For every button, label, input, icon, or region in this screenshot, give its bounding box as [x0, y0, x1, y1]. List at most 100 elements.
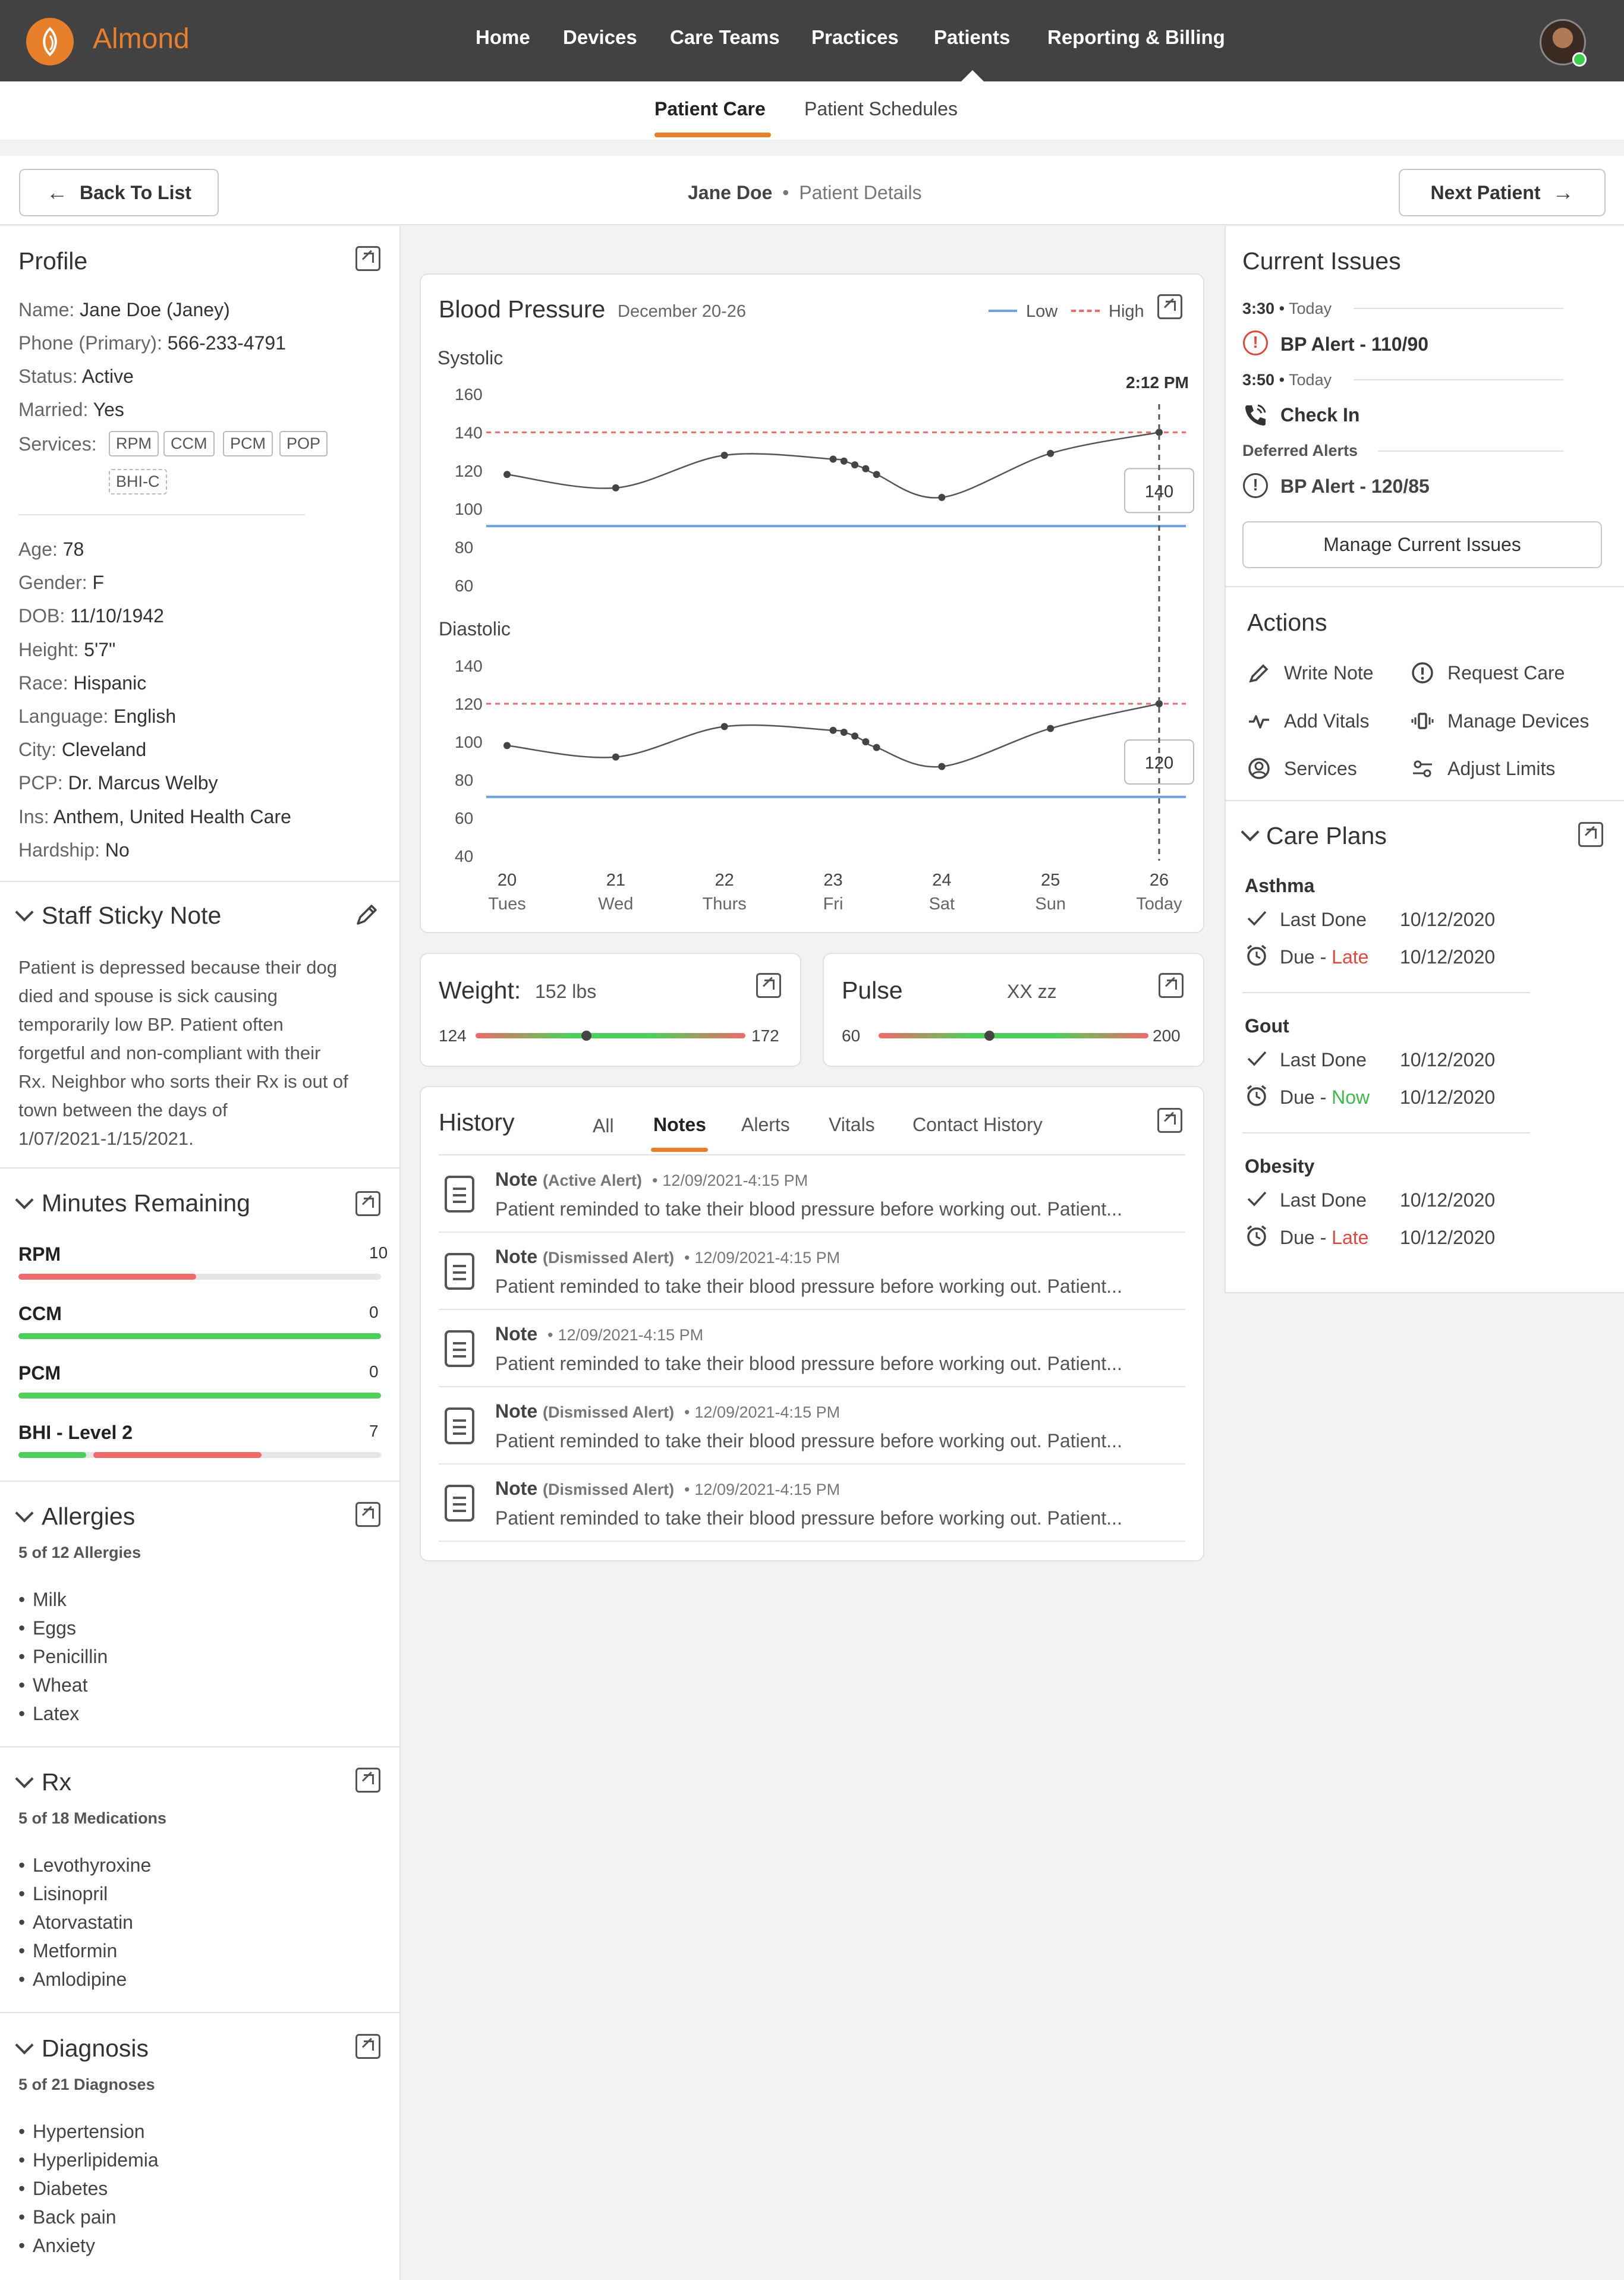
alarm-clock-icon	[1245, 1084, 1269, 1107]
check-in-issue[interactable]: Check In	[1280, 404, 1359, 426]
pulse-range-bar	[879, 1033, 1148, 1038]
history-item[interactable]: Note (Active Alert) • 12/09/2021-4:15 PM P…	[439, 1155, 1185, 1233]
bp-alert-issue[interactable]: BP Alert - 110/90	[1280, 333, 1428, 355]
history-item-type: Note	[495, 1323, 538, 1344]
action-services[interactable]: Services	[1247, 757, 1357, 780]
expand-history-icon[interactable]	[1157, 1108, 1182, 1133]
current-issues-title: Current Issues	[1242, 247, 1401, 275]
care-plans-title: Care Plans	[1266, 822, 1387, 849]
history-item-type: Note	[495, 1169, 538, 1190]
data-point	[938, 493, 946, 501]
history-item[interactable]: Note (Dismissed Alert) • 12/09/2021-4:15 …	[439, 1465, 1185, 1542]
due-label: Due - Late	[1280, 1227, 1368, 1249]
history-item-bullet: •	[684, 1403, 690, 1421]
action-manage-devices[interactable]: Manage Devices	[1411, 709, 1589, 733]
history-item-type: Note	[495, 1400, 538, 1422]
section-divider	[1226, 586, 1624, 587]
data-point	[503, 471, 511, 478]
due-status: Now	[1332, 1087, 1370, 1108]
systolic-series-line	[506, 432, 1160, 499]
expand-pulse-icon[interactable]	[1159, 973, 1184, 998]
pulse-card	[823, 953, 1204, 1067]
care-plan-divider	[1242, 992, 1530, 993]
history-item-text: Patient reminded to take their blood pre…	[495, 1353, 1122, 1374]
deferred-alert-issue[interactable]: BP Alert - 120/85	[1280, 475, 1430, 497]
history-item[interactable]: Note (Dismissed Alert) • 12/09/2021-4:15 …	[439, 1387, 1185, 1465]
history-tab-contact[interactable]: Contact History	[912, 1114, 1043, 1136]
expand-weight-icon[interactable]	[756, 973, 781, 998]
history-item-header: Note (Active Alert) • 12/09/2021-4:15 PM	[495, 1169, 808, 1191]
action-write-note[interactable]: Write Note	[1247, 661, 1374, 685]
expand-care-plans-icon[interactable]	[1578, 822, 1603, 847]
due-status: Late	[1332, 946, 1369, 968]
device-icon	[1411, 709, 1434, 733]
issue-divider	[1354, 379, 1564, 380]
document-icon	[445, 1407, 474, 1444]
care-plan-divider	[1242, 1132, 1530, 1133]
history-item-text: Patient reminded to take their blood pre…	[495, 1430, 1122, 1451]
history-item-text: Patient reminded to take their blood pre…	[495, 1198, 1122, 1220]
x-tick-label: Fri	[823, 895, 844, 914]
history-item-bullet: •	[652, 1172, 658, 1189]
history-item-bullet: •	[547, 1326, 553, 1344]
y-tick-label: 120	[455, 462, 483, 480]
action-adjust-limits[interactable]: Adjust Limits	[1411, 757, 1555, 780]
action-request-care[interactable]: Request Care	[1411, 661, 1565, 685]
history-item-type: Note	[495, 1478, 538, 1499]
history-item-header: Note (Dismissed Alert) • 12/09/2021-4:15 …	[495, 1400, 840, 1422]
data-point	[938, 763, 946, 770]
pulse-title: Pulse	[842, 977, 903, 1004]
action-label: Add Vitals	[1284, 710, 1370, 732]
history-item[interactable]: Note • 12/09/2021-4:15 PM Patient reminded…	[439, 1310, 1185, 1387]
check-icon	[1245, 906, 1269, 930]
actions-title: Actions	[1247, 609, 1327, 636]
action-label: Request Care	[1447, 662, 1565, 684]
section-divider	[1226, 1292, 1624, 1293]
care-plan-name: Obesity	[1245, 1155, 1315, 1177]
y-tick-label: 60	[455, 577, 473, 595]
data-point	[612, 753, 619, 761]
manage-current-issues-button[interactable]: Manage Current Issues	[1242, 521, 1602, 568]
action-label: Write Note	[1284, 662, 1374, 684]
last-done-date: 10/12/2020	[1400, 1049, 1496, 1070]
history-item[interactable]: Note (Dismissed Alert) • 12/09/2021-4:15 …	[439, 1233, 1185, 1310]
x-tick-label: Sun	[1035, 895, 1066, 914]
y-tick-label: 100	[455, 733, 483, 751]
user-circle-icon	[1247, 757, 1271, 780]
care-plan-name: Asthma	[1245, 875, 1315, 896]
history-tab-all[interactable]: All	[593, 1115, 614, 1137]
history-tab-alerts[interactable]: Alerts	[741, 1114, 790, 1136]
document-icon	[445, 1485, 474, 1522]
history-tab-vitals[interactable]: Vitals	[829, 1114, 875, 1136]
action-add-vitals[interactable]: Add Vitals	[1247, 709, 1370, 733]
due-label: Due - Now	[1280, 1087, 1370, 1108]
weight-range-bar	[476, 1033, 745, 1038]
issue-time-value: 3:50	[1242, 371, 1275, 389]
history-item-date: 12/09/2021-4:15 PM	[694, 1403, 841, 1421]
due-date: 10/12/2020	[1400, 1087, 1496, 1108]
x-tick-day: 25	[1041, 871, 1060, 890]
last-done-date: 10/12/2020	[1400, 1189, 1496, 1211]
history-item-date: 12/09/2021-4:15 PM	[558, 1326, 704, 1344]
y-tick-label: 140	[455, 423, 483, 442]
data-point	[1047, 449, 1055, 457]
check-icon	[1245, 1046, 1269, 1070]
y-tick-label: 60	[455, 809, 473, 827]
document-icon	[445, 1253, 474, 1290]
history-tab-indicator	[651, 1148, 708, 1152]
data-point	[829, 726, 837, 734]
action-label: Manage Devices	[1447, 710, 1590, 732]
weight-card	[420, 953, 801, 1067]
data-point	[851, 732, 859, 740]
x-tick-day: 26	[1150, 871, 1169, 890]
x-tick-label: Tues	[488, 895, 525, 914]
data-point	[829, 455, 837, 463]
history-item-date: 12/09/2021-4:15 PM	[662, 1172, 808, 1189]
data-point	[840, 457, 848, 465]
history-tab-notes[interactable]: Notes	[653, 1114, 706, 1136]
history-item-date: 12/09/2021-4:15 PM	[694, 1249, 841, 1267]
x-tick-label: Sat	[929, 895, 955, 914]
pulse-marker	[984, 1031, 995, 1041]
x-tick-label: Today	[1136, 895, 1182, 914]
issue-divider	[1378, 451, 1564, 452]
